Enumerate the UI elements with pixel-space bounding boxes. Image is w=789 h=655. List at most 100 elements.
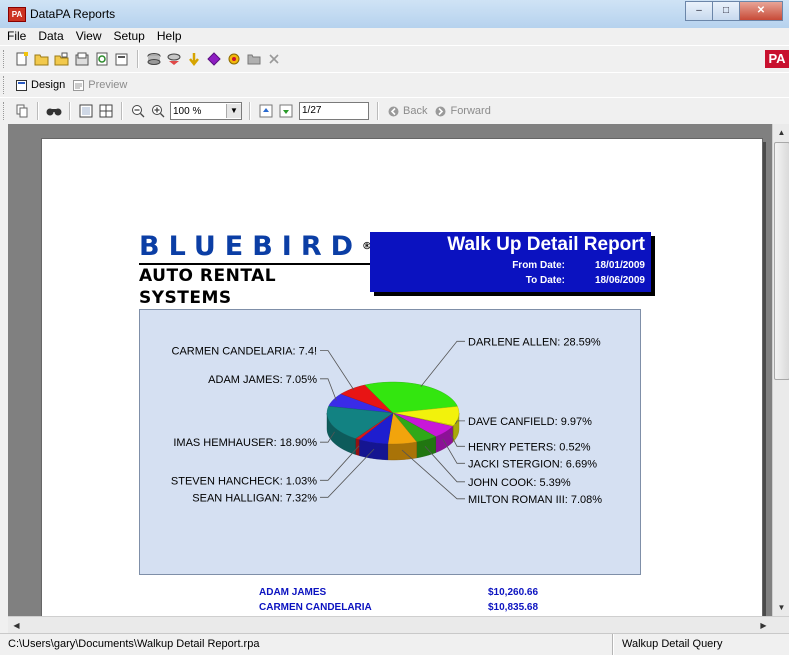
window-controls: – □ ✕ — [685, 1, 783, 21]
pie-slice-label: HENRY PETERS: 0.52% — [468, 441, 591, 453]
pie-slice-label: CARMEN CANDELARIA: 7.4! — [172, 345, 317, 357]
menu-setup[interactable]: Setup — [108, 28, 151, 45]
page-number-input[interactable]: 1/27 — [299, 102, 369, 120]
preview-icon — [73, 79, 85, 91]
horizontal-scrollbar[interactable]: ◀ ▶ — [8, 616, 789, 634]
open-folder-icon[interactable] — [34, 51, 50, 67]
single-page-icon[interactable] — [78, 103, 94, 119]
logo-top-text: BLUEBIRD — [139, 231, 363, 262]
menu-data[interactable]: Data — [32, 28, 69, 45]
save-icon[interactable] — [74, 51, 90, 67]
zoom-out-icon[interactable] — [130, 103, 146, 119]
pie-chart: DARLENE ALLEN: 28.59% DAVE CANFIELD: 9.97… — [171, 336, 602, 506]
main-toolbar: PA — [0, 45, 789, 73]
scroll-down-icon[interactable]: ▼ — [773, 599, 789, 616]
copy-icon[interactable] — [14, 103, 30, 119]
properties-icon[interactable] — [114, 51, 130, 67]
toolbar-separator — [37, 102, 39, 120]
data-source-icon[interactable] — [146, 51, 162, 67]
close-button[interactable]: ✕ — [739, 1, 783, 21]
design-icon — [16, 79, 27, 91]
refresh-icon[interactable] — [94, 51, 110, 67]
row-name: CARMEN CANDELARIA — [259, 602, 372, 613]
pie-slice-side — [387, 441, 417, 461]
back-label: Back — [403, 105, 428, 117]
scroll-thumb[interactable] — [774, 142, 789, 380]
pie-slice-label: JOHN COOK: 5.39% — [468, 477, 571, 489]
app-icon: PA — [8, 7, 26, 22]
from-date-value: 18/01/2009 — [594, 260, 645, 271]
to-date-label: To Date: — [525, 275, 565, 286]
chevron-down-icon[interactable]: ▼ — [226, 104, 241, 118]
from-date-row: From Date: 18/01/2009 — [495, 260, 645, 271]
to-date-row: To Date: 18/06/2009 — [495, 275, 645, 286]
app-window: PA DataPA Reports – □ ✕ File Data View S… — [0, 0, 789, 655]
logo-subtitle: AUTO RENTAL SYSTEMS — [139, 263, 371, 309]
multi-page-icon[interactable] — [98, 103, 114, 119]
pie-slice-label: MILTON ROMAN III: 7.08% — [468, 494, 602, 506]
forward-arrow-icon — [435, 106, 446, 116]
pie-slice-label: ADAM JAMES: 7.05% — [208, 374, 317, 386]
report-viewer[interactable]: BLUEBIRD® AUTO RENTAL SYSTEMS Walk Up De… — [8, 124, 772, 616]
toolbar-grip[interactable] — [3, 50, 7, 68]
import-arrow-icon[interactable] — [186, 51, 202, 67]
pie-slice-label: DAVE CANFIELD: 9.97% — [468, 416, 592, 428]
toolbar-grip[interactable] — [3, 76, 7, 94]
design-label: Design — [31, 79, 66, 91]
row-name: ADAM JAMES — [259, 587, 327, 598]
filter-icon[interactable] — [226, 51, 242, 67]
new-report-icon[interactable] — [14, 51, 30, 67]
back-arrow-icon — [388, 106, 399, 116]
pie-slice-label: IMAS HEMHAUSER: 18.90% — [173, 437, 317, 449]
open-report-icon[interactable] — [54, 51, 70, 67]
minimize-button[interactable]: – — [685, 1, 713, 21]
scroll-right-icon[interactable]: ▶ — [755, 617, 772, 634]
from-date-label: From Date: — [512, 260, 565, 271]
report-header-box: Walk Up Detail Report From Date: 18/01/2… — [370, 232, 651, 292]
toolbar-grip[interactable] — [3, 102, 7, 120]
row-amount: $10,260.66 — [488, 587, 539, 598]
menu-file[interactable]: File — [0, 28, 32, 45]
pie-slice-side — [355, 438, 360, 456]
brand-badge: PA — [765, 50, 789, 68]
viewer-toolbar: 100 % ▼ 1/27 Back Forward — [0, 97, 789, 125]
pie-leader-line — [320, 378, 337, 401]
pie-slice-label: SEAN HALLIGAN: 7.32% — [192, 492, 317, 504]
forward-label: Forward — [450, 105, 491, 117]
pie-slice-label: JACKI STERGION: 6.69% — [468, 458, 597, 470]
zoom-select[interactable]: 100 % ▼ — [170, 102, 242, 120]
scroll-up-icon[interactable]: ▲ — [773, 124, 789, 141]
toolbar-separator — [377, 102, 379, 120]
menu-help[interactable]: Help — [151, 28, 188, 45]
gem-icon[interactable] — [206, 51, 222, 67]
back-button[interactable]: Back — [384, 102, 431, 120]
status-query: Walkup Detail Query — [613, 634, 789, 655]
find-binoculars-icon[interactable] — [46, 103, 62, 119]
maximize-button[interactable]: □ — [712, 1, 740, 21]
vertical-scrollbar[interactable]: ▲ ▼ — [772, 124, 789, 616]
mode-toolbar: Design Preview — [0, 72, 789, 98]
title-bar: PA DataPA Reports – □ ✕ — [0, 0, 789, 29]
menu-view[interactable]: View — [70, 28, 108, 45]
report-page: BLUEBIRD® AUTO RENTAL SYSTEMS Walk Up De… — [41, 138, 763, 616]
zoom-value: 100 % — [173, 105, 202, 117]
preview-tab[interactable]: Preview — [69, 76, 131, 94]
row-amount: $10,835.68 — [488, 602, 539, 613]
report-title: Walk Up Detail Report — [447, 234, 645, 255]
scroll-left-icon[interactable]: ◀ — [8, 617, 25, 634]
status-bar: C:\Users\gary\Documents\Walkup Detail Re… — [0, 633, 789, 655]
forward-button[interactable]: Forward — [431, 102, 494, 120]
pie-leader-line — [420, 340, 465, 387]
toolbar-separator — [137, 50, 139, 68]
next-page-icon[interactable] — [278, 103, 294, 119]
pie-chart-panel: DARLENE ALLEN: 28.59% DAVE CANFIELD: 9.97… — [139, 309, 641, 575]
menu-bar: File Data View Setup Help — [0, 28, 789, 45]
first-page-icon[interactable] — [258, 103, 274, 119]
zoom-in-icon[interactable] — [150, 103, 166, 119]
preview-label: Preview — [88, 79, 128, 91]
folder-gray-icon[interactable] — [246, 51, 262, 67]
design-tab[interactable]: Design — [12, 76, 69, 94]
query-icon[interactable] — [166, 51, 182, 67]
delete-icon[interactable] — [266, 51, 282, 67]
window-title: DataPA Reports — [30, 7, 116, 21]
